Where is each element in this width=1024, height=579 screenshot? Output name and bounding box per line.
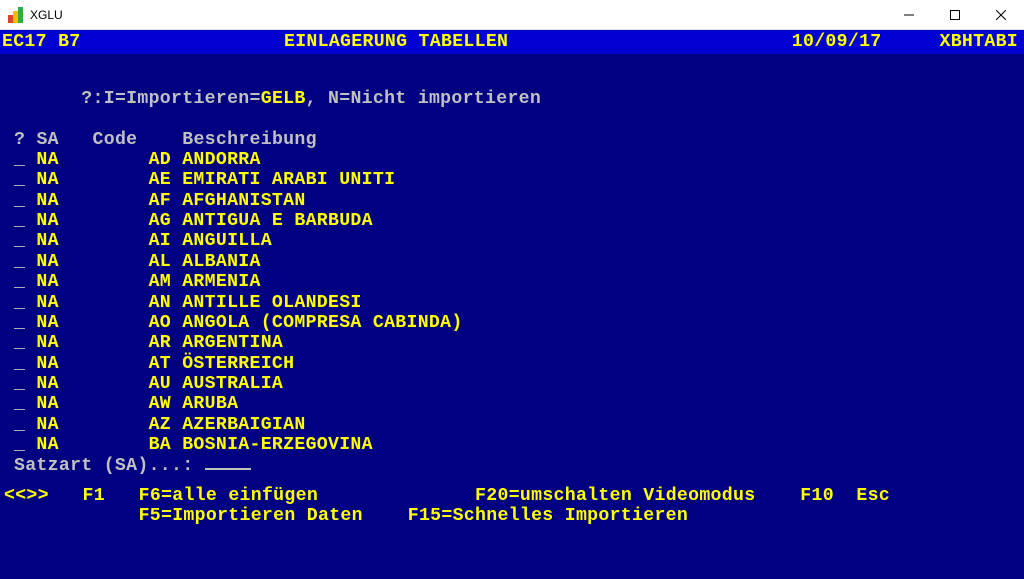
- app-icon: [8, 7, 24, 23]
- legend-prefix: ?:I=Importieren=: [81, 89, 260, 109]
- function-keys: <<>> F1 F6=alle einfügen F20=umschalten …: [0, 480, 1024, 533]
- f5-key[interactable]: F5=Importieren Daten: [139, 506, 363, 526]
- table-row: _ NA AE EMIRATI ARABI UNITI: [14, 170, 1014, 190]
- table-row: _ NA AL ALBANIA: [14, 252, 1014, 272]
- col-desc: Beschreibung: [182, 130, 317, 150]
- table-row: _ NA AR ARGENTINA: [14, 333, 1014, 353]
- legend-highlight: GELB: [261, 89, 306, 109]
- table-row: _ NA AO ANGOLA (COMPRESA CABINDA): [14, 313, 1014, 333]
- table-row: _ NA AU AUSTRALIA: [14, 374, 1014, 394]
- nav-indicator: <<>>: [4, 486, 49, 506]
- row-selector[interactable]: _: [14, 415, 25, 435]
- col-q: ?: [14, 130, 25, 150]
- header-left: EC17 B7: [2, 32, 81, 52]
- row-selector[interactable]: _: [14, 354, 25, 374]
- row-selector[interactable]: _: [14, 313, 25, 333]
- satzart-input[interactable]: [205, 456, 251, 470]
- table-row: _ NA AF AFGHANISTAN: [14, 191, 1014, 211]
- f10-key[interactable]: F10: [800, 486, 834, 506]
- f15-key[interactable]: F15=Schnelles Importieren: [408, 506, 688, 526]
- column-headers: ? SA Code Beschreibung: [14, 130, 1014, 150]
- row-selector[interactable]: _: [14, 374, 25, 394]
- row-selector[interactable]: _: [14, 394, 25, 414]
- satzart-label: Satzart (SA)...:: [14, 456, 205, 476]
- row-selector[interactable]: _: [14, 252, 25, 272]
- table-row: _ NA AI ANGUILLA: [14, 231, 1014, 251]
- f6-key[interactable]: F6=alle einfügen: [139, 486, 318, 506]
- row-selector[interactable]: _: [14, 272, 25, 292]
- table-row: _ NA AT ÖSTERREICH: [14, 354, 1014, 374]
- screen-header: EC17 B7 EINLAGERUNG TABELLEN 10/09/17 XB…: [0, 30, 1024, 54]
- window-titlebar: XGLU: [0, 0, 1024, 30]
- minimize-button[interactable]: [886, 0, 932, 30]
- table-row: _ NA AW ARUBA: [14, 394, 1014, 414]
- table-row: _ NA AD ANDORRA: [14, 150, 1014, 170]
- col-code: Code: [93, 130, 138, 150]
- row-selector[interactable]: _: [14, 170, 25, 190]
- f20-key[interactable]: F20=umschalten Videomodus: [475, 486, 755, 506]
- terminal-screen: EC17 B7 EINLAGERUNG TABELLEN 10/09/17 XB…: [0, 30, 1024, 579]
- f1-key[interactable]: F1: [83, 486, 105, 506]
- table-row: _ NA AZ AZERBAIGIAN: [14, 415, 1014, 435]
- table-row: _ NA AM ARMENIA: [14, 272, 1014, 292]
- table-row: _ NA BA BOSNIA-ERZEGOVINA: [14, 435, 1014, 455]
- row-selector[interactable]: _: [14, 211, 25, 231]
- legend: ?:I=Importieren=GELB, N=Nicht importiere…: [14, 68, 1014, 129]
- row-selector[interactable]: _: [14, 293, 25, 313]
- table-row: _ NA AN ANTILLE OLANDESI: [14, 293, 1014, 313]
- esc-key[interactable]: Esc: [856, 486, 890, 506]
- row-selector[interactable]: _: [14, 231, 25, 251]
- page-title: EINLAGERUNG TABELLEN: [81, 32, 792, 52]
- maximize-button[interactable]: [932, 0, 978, 30]
- window-title: XGLU: [30, 8, 63, 22]
- legend-suffix: , N=Nicht importieren: [306, 89, 542, 109]
- row-selector[interactable]: _: [14, 191, 25, 211]
- header-right: XBHTABI: [940, 32, 1019, 52]
- data-rows: _ NA AD ANDORRA_ NA AE EMIRATI ARABI UNI…: [14, 150, 1014, 456]
- col-sa: SA: [36, 130, 58, 150]
- header-date: 10/09/17: [792, 32, 882, 52]
- table-row: _ NA AG ANTIGUA E BARBUDA: [14, 211, 1014, 231]
- row-selector[interactable]: _: [14, 333, 25, 353]
- row-selector[interactable]: _: [14, 150, 25, 170]
- satzart-prompt: Satzart (SA)...:: [14, 456, 1014, 476]
- close-button[interactable]: [978, 0, 1024, 30]
- row-selector[interactable]: _: [14, 435, 25, 455]
